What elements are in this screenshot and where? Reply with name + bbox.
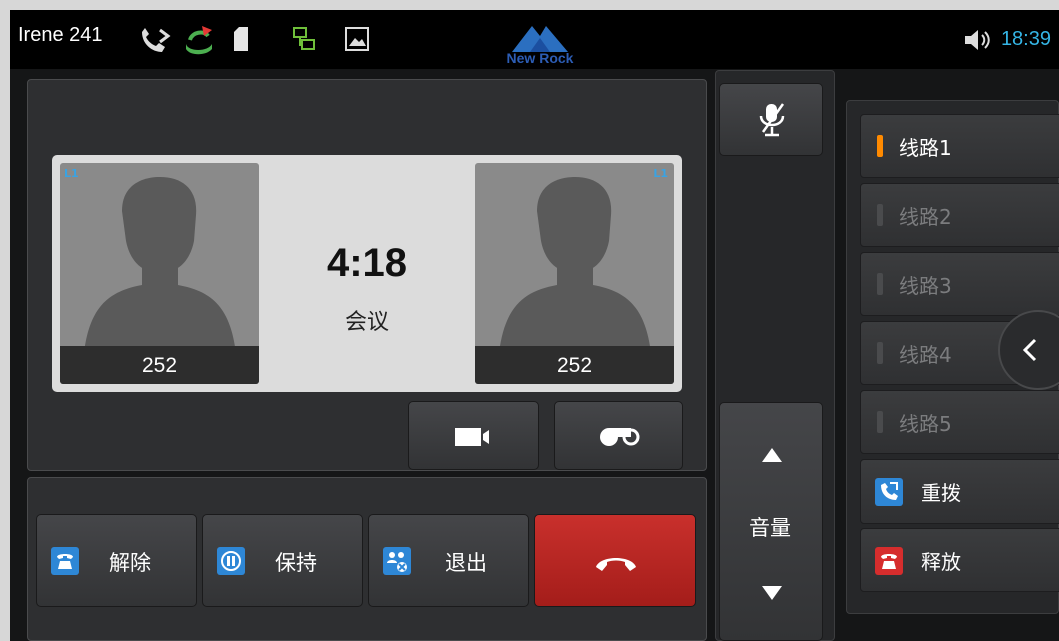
line-3[interactable]: 线路3 xyxy=(860,252,1059,316)
line-1[interactable]: 线路1 xyxy=(860,114,1059,178)
redial-icon xyxy=(875,478,903,506)
hang-up-button[interactable] xyxy=(534,514,696,607)
participant-name: 252 xyxy=(475,346,674,384)
hold-button[interactable]: 保持 xyxy=(202,514,363,607)
network-icon xyxy=(293,27,315,50)
leave-conference-icon xyxy=(383,547,411,575)
hang-up-icon xyxy=(596,558,636,571)
mute-button[interactable] xyxy=(719,83,823,156)
participant-card-right[interactable]: L1 252 xyxy=(475,163,674,384)
image-icon xyxy=(345,27,369,51)
video-button[interactable] xyxy=(408,401,539,470)
pause-icon xyxy=(217,547,245,575)
volume-down-icon[interactable] xyxy=(761,585,783,601)
voicemail-button[interactable] xyxy=(554,401,683,470)
account-label: Irene 241 xyxy=(18,24,103,46)
line-status-indicator xyxy=(877,342,883,364)
chevron-left-icon xyxy=(1022,338,1037,362)
line-status-indicator xyxy=(877,273,883,295)
phone-screen: Irene 241 New Rock 18:39 L1 252 4:18 会议 … xyxy=(10,10,1059,641)
volume-control[interactable]: 音量 xyxy=(719,402,823,641)
avatar-icon xyxy=(499,177,651,353)
release-phone-icon xyxy=(875,547,903,575)
release-button[interactable]: 释放 xyxy=(860,528,1059,592)
line-status-indicator xyxy=(877,204,883,226)
conference-card: L1 252 4:18 会议 L1 252 xyxy=(52,155,682,392)
unmute-button[interactable]: 解除 xyxy=(36,514,197,607)
volume-label: 音量 xyxy=(749,516,791,540)
microphone-muted-icon xyxy=(759,103,785,137)
phone-icon xyxy=(51,547,79,575)
line-5[interactable]: 线路5 xyxy=(860,390,1059,454)
volume-up-icon[interactable] xyxy=(761,447,783,463)
status-bar: Irene 241 New Rock 18:39 xyxy=(10,10,1059,69)
clock: 18:39 xyxy=(1000,28,1051,50)
transfer-icon xyxy=(186,26,212,55)
exit-conference-button[interactable]: 退出 xyxy=(368,514,529,607)
redial-button[interactable]: 重拨 xyxy=(860,459,1059,524)
new-rock-logo: New Rock xyxy=(482,18,598,66)
participant-name: 252 xyxy=(60,346,259,384)
call-forward-icon xyxy=(142,28,171,52)
video-camera-icon xyxy=(455,428,489,446)
line-2[interactable]: 线路2 xyxy=(860,183,1059,247)
line-status-indicator xyxy=(877,135,883,157)
sd-card-icon xyxy=(234,27,248,51)
volume-icon xyxy=(965,30,990,50)
line-status-indicator xyxy=(877,411,883,433)
voicemail-icon xyxy=(600,428,640,446)
